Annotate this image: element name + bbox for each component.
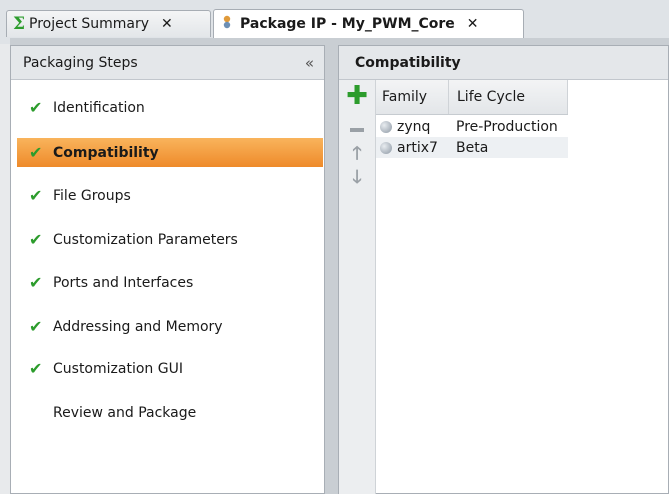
panel-header: Packaging Steps « xyxy=(11,46,324,80)
step-label: Addressing and Memory xyxy=(53,318,223,335)
package-icon xyxy=(220,14,234,34)
table-row[interactable]: artix7 Beta xyxy=(376,137,568,158)
table-row[interactable]: zynq Pre-Production xyxy=(376,116,568,137)
check-icon: ✔ xyxy=(29,186,43,205)
add-icon[interactable]: ✚ xyxy=(339,81,375,111)
check-icon: ✔ xyxy=(29,273,43,292)
check-icon: ✔ xyxy=(29,230,43,249)
life-cycle-cell: Pre-Production xyxy=(456,118,558,135)
family-cell: zynq xyxy=(397,118,431,135)
check-icon: ✔ xyxy=(29,143,43,162)
step-ports-and-interfaces[interactable]: ✔ Ports and Interfaces xyxy=(17,268,323,297)
step-label: Customization Parameters xyxy=(53,231,238,248)
tab-label: Project Summary xyxy=(29,16,150,32)
panel-title: Packaging Steps xyxy=(23,54,138,71)
step-label: File Groups xyxy=(53,187,131,204)
step-addressing-and-memory[interactable]: ✔ Addressing and Memory xyxy=(17,312,323,341)
step-customization-gui[interactable]: ✔ Customization GUI xyxy=(17,354,323,383)
step-review-and-package[interactable]: Review and Package xyxy=(17,398,323,427)
life-cycle-cell: Beta xyxy=(456,139,489,156)
step-compatibility[interactable]: ✔ Compatibility xyxy=(17,138,323,167)
remove-icon[interactable] xyxy=(339,118,375,142)
table-toolbar: ✚ 🡑 🡓 xyxy=(339,80,376,494)
check-icon: ✔ xyxy=(29,98,43,117)
panel-title: Compatibility xyxy=(339,46,668,80)
device-family-icon xyxy=(380,120,392,133)
device-family-icon xyxy=(380,141,392,154)
tab-package-ip[interactable]: Package IP - My_PWM_Core ✕ xyxy=(213,9,524,38)
family-cell: artix7 xyxy=(397,139,438,156)
column-header-life-cycle[interactable]: Life Cycle xyxy=(449,80,568,114)
tab-project-summary[interactable]: Σ Project Summary ✕ xyxy=(6,10,211,37)
step-label: Identification xyxy=(53,99,145,116)
step-label: Ports and Interfaces xyxy=(53,274,194,291)
step-label: Review and Package xyxy=(53,404,197,421)
compatibility-panel: Compatibility ✚ 🡑 🡓 Family Life Cycle zy… xyxy=(338,45,669,494)
sigma-icon: Σ xyxy=(13,14,26,34)
check-icon: ✔ xyxy=(29,359,43,378)
step-identification[interactable]: ✔ Identification xyxy=(17,93,323,122)
step-label: Customization GUI xyxy=(53,360,183,377)
tab-label: Package IP - My_PWM_Core xyxy=(240,16,455,32)
close-icon[interactable]: ✕ xyxy=(467,16,479,32)
packaging-steps-panel: Packaging Steps « ✔ Identification ✔ Com… xyxy=(10,45,325,494)
step-file-groups[interactable]: ✔ File Groups xyxy=(17,181,323,210)
close-icon[interactable]: ✕ xyxy=(161,16,173,32)
step-label: Compatibility xyxy=(53,144,159,161)
collapse-icon[interactable]: « xyxy=(305,54,314,72)
check-icon: ✔ xyxy=(29,317,43,336)
table-header: Family Life Cycle xyxy=(376,80,568,115)
move-down-icon[interactable]: 🡓 xyxy=(339,167,375,192)
column-header-family[interactable]: Family xyxy=(376,80,449,114)
step-customization-parameters[interactable]: ✔ Customization Parameters xyxy=(17,225,323,254)
